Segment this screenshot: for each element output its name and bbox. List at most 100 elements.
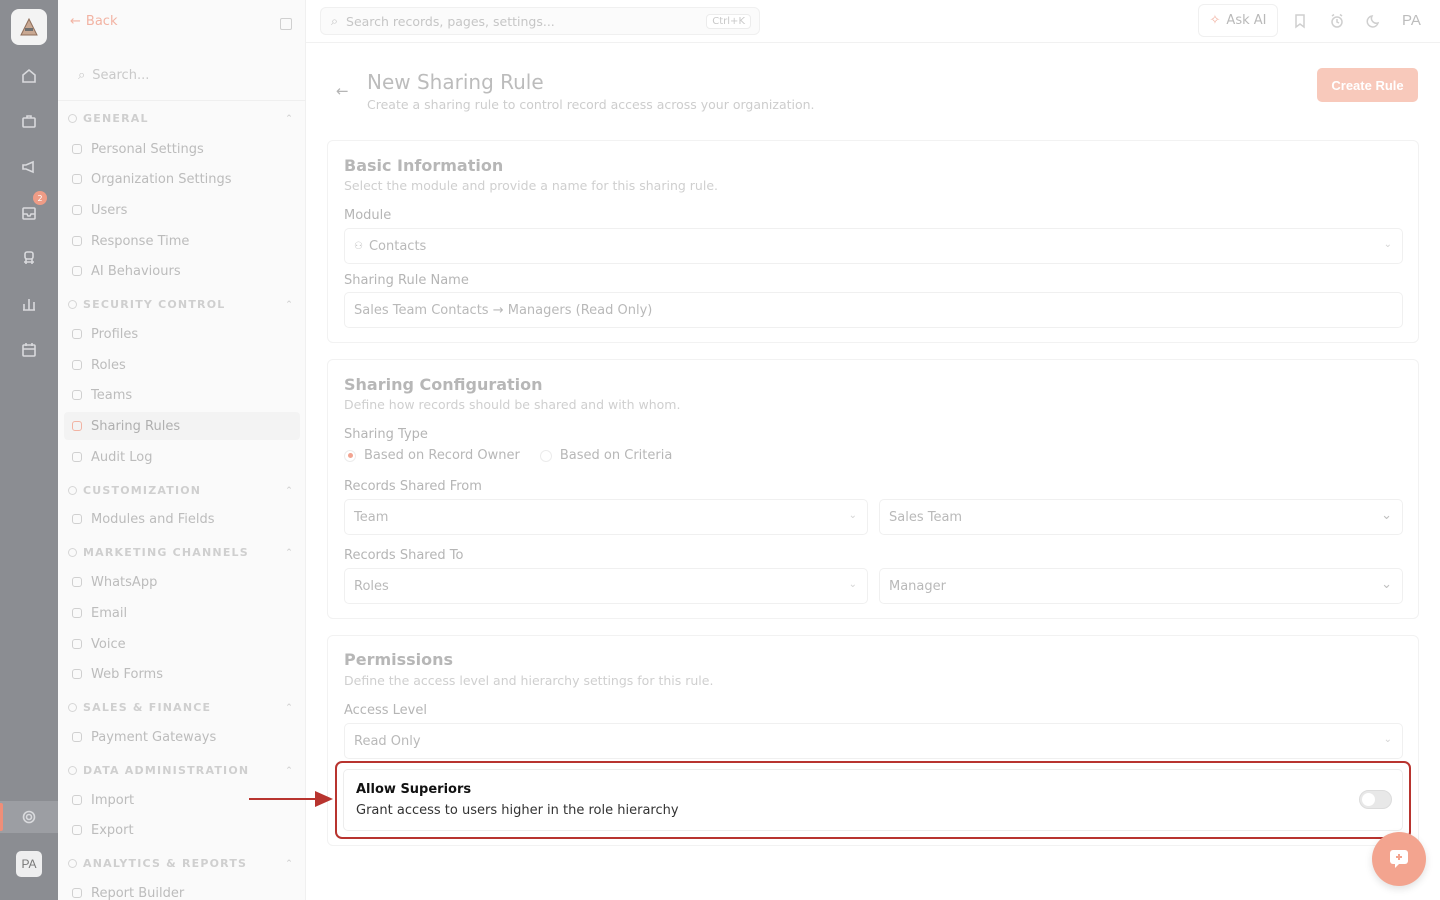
sidebar-item-sharing-rules[interactable]: Sharing Rules (64, 412, 300, 440)
sidebar-item-modules-and-fields[interactable]: Modules and Fields (72, 505, 300, 533)
section-sales-finance[interactable]: SALES & FINANCE ⌃ (68, 701, 294, 714)
back-link[interactable]: ← Back (70, 14, 117, 29)
sidebar-item-label: Payment Gateways (91, 729, 217, 745)
sidebar-item-export[interactable]: Export (72, 816, 300, 844)
sidebar-item-label: Import (91, 792, 135, 808)
shared-from-type-value: Team (354, 509, 389, 525)
create-rule-button[interactable]: Create Rule (1317, 68, 1418, 102)
sidebar-item-label: Sharing Rules (91, 418, 181, 434)
sidebar-item-voice[interactable]: Voice (72, 630, 300, 658)
settings-sidebar: ← Back ⌕ Search... GENERAL ⌃ Personal Setti… (58, 0, 306, 900)
collapse-sidebar-icon[interactable] (280, 18, 292, 30)
sparkle-icon: ✧ (1209, 13, 1221, 28)
section-data-administration[interactable]: DATA ADMINISTRATION ⌃ (68, 764, 294, 777)
home-icon[interactable] (0, 60, 58, 92)
section-security-control[interactable]: SECURITY CONTROL ⌃ (68, 298, 294, 311)
access-level-value: Read Only (354, 733, 421, 749)
access-level-label: Access Level (344, 703, 427, 718)
sidebar-item-roles[interactable]: Roles (72, 351, 300, 379)
analytics-icon[interactable] (0, 288, 58, 320)
ask-ai-button[interactable]: ✧ Ask AI (1198, 4, 1278, 37)
sidebar-item-label: Profiles (91, 326, 139, 342)
shared-from-label: Records Shared From (344, 479, 482, 494)
sidebar-item-audit-log[interactable]: Audit Log (72, 443, 300, 471)
user-avatar[interactable]: PA (16, 851, 42, 877)
chevron-down-icon: ⌄ (1383, 734, 1392, 745)
sidebar-item-web-forms[interactable]: Web Forms (72, 660, 300, 688)
global-search-input[interactable]: ⌕ Search records, pages, settings... Ctr… (320, 7, 760, 35)
inbox-badge: 2 (33, 191, 47, 205)
sidebar-search-input[interactable]: ⌕ Search... (68, 58, 302, 92)
radio-record-owner[interactable] (344, 449, 356, 462)
calendar-icon[interactable] (0, 334, 58, 366)
clock-icon (72, 236, 82, 246)
sidebar-item-label: Teams (91, 387, 133, 403)
sidebar-item-ai-behaviours[interactable]: AI Behaviours (72, 257, 300, 285)
rule-name-value: Sales Team Contacts → Managers (Read Onl… (354, 302, 653, 318)
share-icon (72, 421, 82, 431)
search-icon: ⌕ (78, 67, 86, 83)
sidebar-item-response-time[interactable]: Response Time (72, 227, 300, 255)
sidebar-item-teams[interactable]: Teams (72, 381, 300, 409)
basic-information-card: Basic Information Select the module and … (327, 140, 1419, 343)
section-customization[interactable]: CUSTOMIZATION ⌃ (68, 484, 294, 497)
module-label: Module (344, 208, 392, 223)
form-icon (72, 669, 82, 679)
shared-to-value-select[interactable]: Manager ⌄ (879, 568, 1403, 604)
agent-icon[interactable] (0, 242, 58, 274)
sidebar-item-label: Email (91, 605, 128, 621)
shared-from-value-select[interactable]: Sales Team ⌄ (879, 499, 1403, 535)
sidebar-item-personal-settings[interactable]: Personal Settings (72, 135, 300, 163)
shared-from-type-select[interactable]: Team ⌄ (344, 499, 868, 535)
chat-fab-button[interactable] (1372, 832, 1426, 886)
moon-icon[interactable] (1366, 13, 1382, 29)
allow-superiors-description: Grant access to users higher in the role… (356, 803, 679, 818)
section-general[interactable]: GENERAL ⌃ (68, 112, 294, 125)
module-select[interactable]: ⚇ Contacts ⌄ (344, 228, 1403, 264)
card-title: Sharing Configuration (344, 375, 543, 394)
sidebar-item-email[interactable]: Email (72, 599, 300, 627)
chat-icon (72, 577, 82, 587)
section-title: GENERAL (83, 112, 149, 125)
annotation-arrow (249, 791, 333, 807)
section-analytics-reports[interactable]: ANALYTICS & REPORTS ⌃ (68, 857, 294, 870)
sidebar-item-label: Voice (91, 636, 126, 652)
sidebar-item-whatsapp[interactable]: WhatsApp (72, 568, 300, 596)
allow-superiors-toggle[interactable] (1359, 790, 1392, 809)
sidebar-item-report-builder[interactable]: Report Builder (72, 879, 300, 900)
access-level-select[interactable]: Read Only ⌄ (344, 723, 1403, 759)
sidebar-item-users[interactable]: Users (72, 196, 300, 224)
shared-to-type-select[interactable]: Roles ⌄ (344, 568, 868, 604)
arrow-left-icon: ← (70, 14, 81, 29)
settings-icon[interactable] (0, 801, 58, 833)
app-logo[interactable] (11, 9, 47, 45)
user-initials[interactable]: PA (1402, 12, 1421, 29)
briefcase-icon[interactable] (0, 105, 58, 137)
radio-label: Based on Criteria (559, 448, 673, 463)
section-title: SECURITY CONTROL (83, 298, 226, 311)
megaphone-icon[interactable] (0, 151, 58, 183)
chart-icon (72, 888, 82, 898)
bookmark-icon[interactable] (1292, 13, 1308, 29)
ask-ai-label: Ask AI (1226, 13, 1267, 28)
rule-name-input[interactable]: Sales Team Contacts → Managers (Read Onl… (344, 292, 1403, 328)
settings-small-icon (68, 114, 77, 123)
sidebar-item-profiles[interactable]: Profiles (72, 320, 300, 348)
sidebar-divider (58, 100, 306, 101)
wand-icon (72, 266, 82, 276)
mail-icon (72, 608, 82, 618)
user-key-icon (72, 360, 82, 370)
sidebar-item-organization-settings[interactable]: Organization Settings (72, 165, 300, 193)
chevron-down-icon: ⌄ (1383, 239, 1392, 250)
inbox-icon[interactable]: 2 (0, 191, 58, 229)
sidebar-item-payment-gateways[interactable]: Payment Gateways (72, 723, 300, 751)
radio-criteria[interactable] (539, 449, 552, 462)
section-marketing-channels[interactable]: MARKETING CHANNELS ⌃ (68, 546, 294, 559)
page-back-icon[interactable]: ← (336, 82, 349, 100)
sidebar-item-label: Modules and Fields (91, 511, 215, 527)
alarm-clock-icon[interactable] (1329, 13, 1345, 29)
card-subtitle: Define how records should be shared and … (344, 397, 681, 412)
shared-to-value: Manager (889, 578, 946, 594)
shortcut-hint: Ctrl+K (706, 14, 751, 29)
sharing-type-radio-group: Based on Record Owner Based on Criteria (344, 448, 672, 463)
